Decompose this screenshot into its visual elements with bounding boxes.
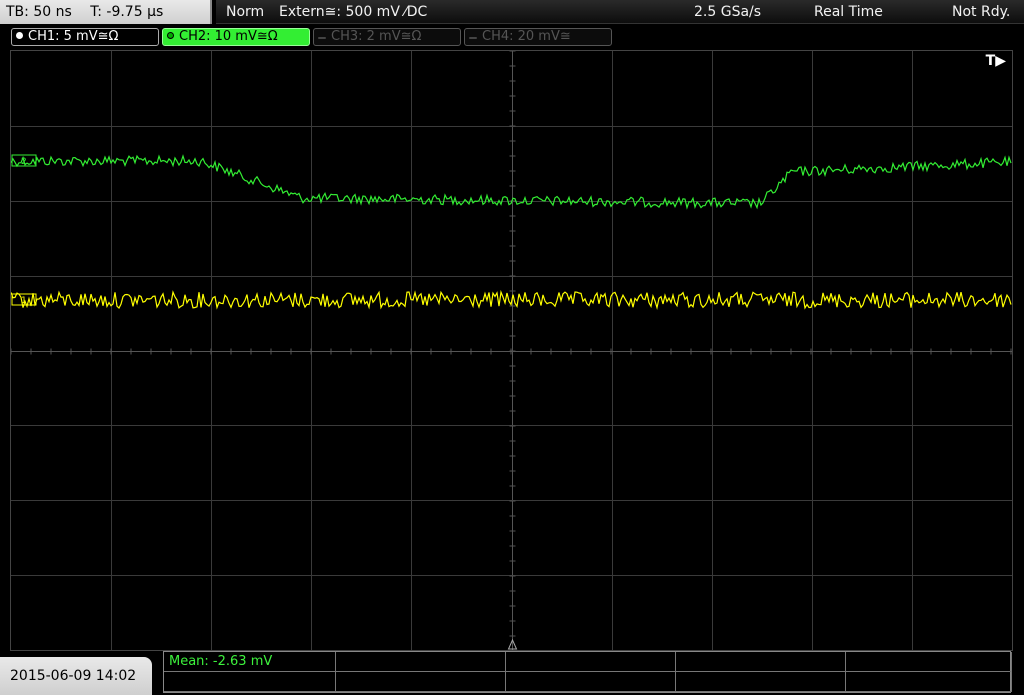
- measurement-panel[interactable]: Mean: -2.63 mV: [163, 651, 1012, 693]
- status-bar: Norm Extern≅: 500 mV ⁄DC 2.5 GSa/s Real …: [216, 0, 1024, 24]
- channel-3-button[interactable]: CH3: 2 mV≅Ω: [313, 28, 461, 46]
- channel-1-dot-icon: [16, 32, 23, 39]
- measurement-slot[interactable]: [506, 652, 676, 672]
- bottom-bar: 2015-06-09 14:02 Mean: -2.63 mV: [0, 651, 1024, 695]
- timebase-box[interactable]: TB: 50 ns T: -9.75 µs: [0, 0, 212, 24]
- channel-4-label: CH4: 20 mV≅: [482, 29, 571, 44]
- channel-2-trace: [11, 154, 1012, 210]
- channel-2-label: CH2: 10 mV≅Ω: [179, 29, 278, 44]
- channel-1-trace: [11, 289, 1012, 310]
- measurement-slot[interactable]: [846, 652, 1012, 672]
- trigger-mode[interactable]: Norm: [226, 0, 264, 24]
- channel-row: CH1: 5 mV≅Ω CH2: 10 mV≅Ω CH3: 2 mV≅Ω CH4…: [0, 26, 1024, 48]
- channel-1-button[interactable]: CH1: 5 mV≅Ω: [11, 28, 159, 46]
- waveform-screen[interactable]: 21 T▶: [10, 50, 1013, 651]
- measurement-slot[interactable]: [164, 672, 336, 692]
- channel-2-button[interactable]: CH2: 10 mV≅Ω: [162, 28, 310, 46]
- trigger-source[interactable]: Extern≅: 500 mV ⁄DC: [279, 0, 427, 24]
- timebase-readout: TB: 50 ns: [6, 4, 72, 20]
- channel-1-marker-label: 1: [21, 296, 27, 306]
- top-bar: TB: 50 ns T: -9.75 µs Norm Extern≅: 500 …: [0, 0, 1024, 25]
- channel-1-label: CH1: 5 mV≅Ω: [28, 29, 119, 44]
- measurement-mean[interactable]: Mean: -2.63 mV: [164, 652, 336, 672]
- trigger-position-marker[interactable]: T▶: [986, 53, 1006, 69]
- channel-3-label: CH3: 2 mV≅Ω: [331, 29, 422, 44]
- measurement-slot[interactable]: [506, 672, 676, 692]
- channel-2-dot-icon: [167, 32, 174, 39]
- measurement-slot[interactable]: [336, 672, 506, 692]
- channel-2-marker-label: 2: [21, 157, 27, 167]
- measurement-slot[interactable]: [846, 672, 1012, 692]
- measurement-slot[interactable]: [676, 672, 846, 692]
- measurement-slot[interactable]: [336, 652, 506, 672]
- waveform-plot: 21: [11, 51, 1012, 650]
- measurement-slot[interactable]: [676, 652, 846, 672]
- channel-4-button[interactable]: CH4: 20 mV≅: [464, 28, 612, 46]
- datetime-display: 2015-06-09 14:02: [0, 657, 152, 695]
- trigger-time-readout: T: -9.75 µs: [90, 4, 164, 20]
- channel-3-dash-icon: [318, 37, 326, 39]
- sample-rate: 2.5 GSa/s: [694, 4, 762, 20]
- channel-4-dash-icon: [469, 37, 477, 39]
- acquisition-mode[interactable]: Real Time: [814, 0, 883, 24]
- acquisition-state: Not Rdy.: [952, 4, 1011, 20]
